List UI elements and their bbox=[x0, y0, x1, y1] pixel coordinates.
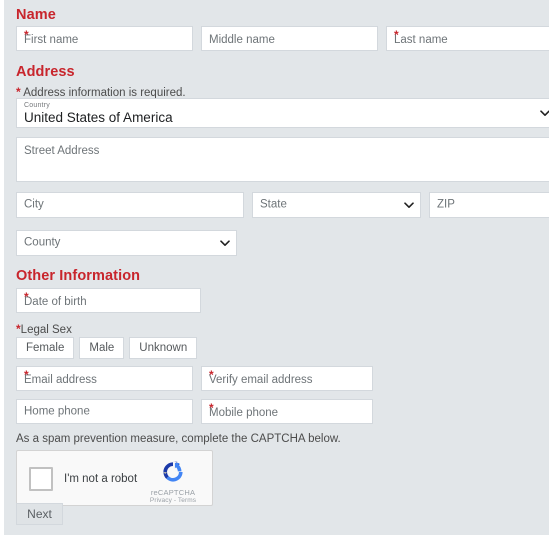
email-address-input[interactable]: * Email address bbox=[16, 366, 193, 391]
recaptcha-widget[interactable]: I'm not a robot reCAPTCHA Privacy - Term… bbox=[16, 450, 213, 506]
home-phone-input[interactable]: Home phone bbox=[16, 399, 193, 424]
verify-email-address-input[interactable]: * Verify email address bbox=[201, 366, 373, 391]
country-select-value: United States of America bbox=[24, 109, 173, 125]
first-name-placeholder: First name bbox=[24, 33, 79, 46]
email-address-placeholder: Email address bbox=[24, 373, 97, 386]
registration-form-page: Name * First name Middle name * Last nam… bbox=[0, 0, 549, 535]
legal-sex-option-female[interactable]: Female bbox=[16, 337, 75, 359]
county-select[interactable]: County bbox=[16, 230, 237, 256]
recaptcha-privacy-terms[interactable]: Privacy - Terms bbox=[142, 497, 204, 505]
country-select[interactable]: Country United States of America bbox=[16, 98, 549, 128]
legal-sex-option-male[interactable]: Male bbox=[79, 337, 125, 359]
zip-input[interactable]: ZIP bbox=[429, 192, 549, 218]
chevron-down-icon bbox=[540, 110, 549, 116]
last-name-input[interactable]: * Last name bbox=[386, 26, 549, 51]
middle-name-placeholder: Middle name bbox=[209, 33, 275, 46]
date-of-birth-placeholder: Date of birth bbox=[24, 295, 87, 308]
state-placeholder: State bbox=[260, 198, 287, 211]
required-star: * bbox=[16, 85, 21, 99]
recaptcha-checkbox[interactable] bbox=[29, 467, 53, 491]
legal-sex-label-text: Legal Sex bbox=[20, 324, 72, 336]
street-address-textarea[interactable]: Street Address bbox=[16, 137, 549, 182]
recaptcha-branding: reCAPTCHA Privacy - Terms bbox=[142, 458, 204, 505]
recaptcha-label: I'm not a robot bbox=[64, 473, 138, 485]
legal-sex-option-unknown[interactable]: Unknown bbox=[129, 337, 198, 359]
city-input[interactable]: City bbox=[16, 192, 244, 218]
mobile-phone-input[interactable]: * Mobile phone bbox=[201, 399, 373, 424]
mobile-phone-placeholder: Mobile phone bbox=[209, 406, 279, 419]
chevron-down-icon bbox=[220, 240, 230, 246]
state-select[interactable]: State bbox=[252, 192, 421, 218]
street-address-placeholder: Street Address bbox=[24, 145, 100, 157]
date-of-birth-input[interactable]: * Date of birth bbox=[16, 288, 201, 313]
county-placeholder: County bbox=[24, 236, 61, 249]
country-select-label: Country bbox=[24, 102, 50, 109]
first-name-input[interactable]: * First name bbox=[16, 26, 193, 51]
section-heading-name: Name bbox=[16, 7, 56, 23]
middle-name-input[interactable]: Middle name bbox=[201, 26, 378, 51]
captcha-note: As a spam prevention measure, complete t… bbox=[16, 433, 341, 445]
last-name-placeholder: Last name bbox=[394, 33, 448, 46]
city-placeholder: City bbox=[24, 198, 44, 211]
legal-sex-toggle-group: Female Male Unknown bbox=[16, 337, 198, 359]
legal-sex-label: *Legal Sex bbox=[16, 323, 72, 337]
verify-email-address-placeholder: Verify email address bbox=[209, 373, 313, 386]
section-heading-address: Address bbox=[16, 64, 75, 80]
next-button[interactable]: Next bbox=[16, 503, 63, 525]
chevron-down-icon bbox=[404, 202, 414, 208]
section-heading-other-information: Other Information bbox=[16, 268, 141, 284]
recaptcha-brand-name: reCAPTCHA bbox=[150, 488, 196, 497]
recaptcha-logo-icon bbox=[163, 461, 183, 482]
home-phone-placeholder: Home phone bbox=[24, 404, 90, 417]
zip-placeholder: ZIP bbox=[437, 198, 455, 211]
